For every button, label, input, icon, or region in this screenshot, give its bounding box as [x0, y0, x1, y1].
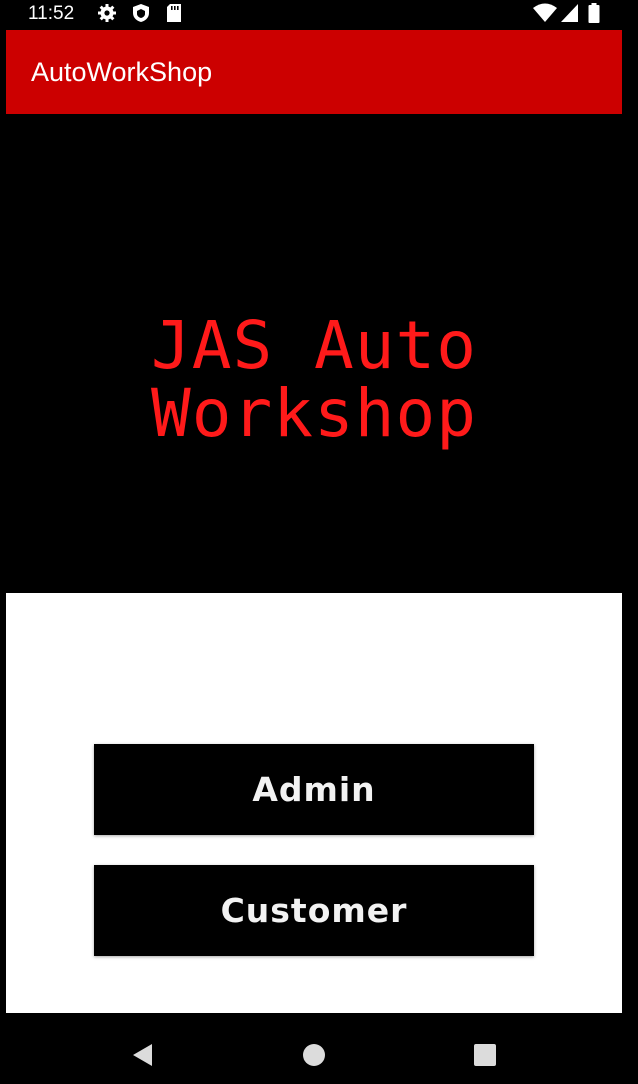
signal-icon	[560, 3, 580, 23]
hero-title: JAS Auto Workshop	[6, 312, 622, 448]
recents-icon[interactable]	[472, 1042, 498, 1068]
status-time: 11:52	[28, 3, 75, 24]
hero-title-line-1: JAS Auto	[151, 307, 477, 384]
shield-icon	[131, 3, 151, 23]
sd-card-icon	[164, 3, 184, 23]
login-panel: Admin Customer	[6, 593, 622, 1013]
home-icon[interactable]	[301, 1042, 327, 1068]
wifi-icon	[532, 3, 558, 23]
app-bar: AutoWorkShop	[6, 30, 622, 114]
hero-title-line-2: Workshop	[151, 375, 477, 452]
customer-button[interactable]: Customer	[94, 865, 534, 956]
app-title: AutoWorkShop	[31, 57, 213, 87]
nav-bar	[0, 1026, 638, 1084]
battery-icon	[587, 3, 601, 23]
back-icon[interactable]	[130, 1042, 156, 1068]
admin-button[interactable]: Admin	[94, 744, 534, 835]
gear-icon	[97, 3, 117, 23]
status-bar: 11:52	[0, 0, 638, 28]
